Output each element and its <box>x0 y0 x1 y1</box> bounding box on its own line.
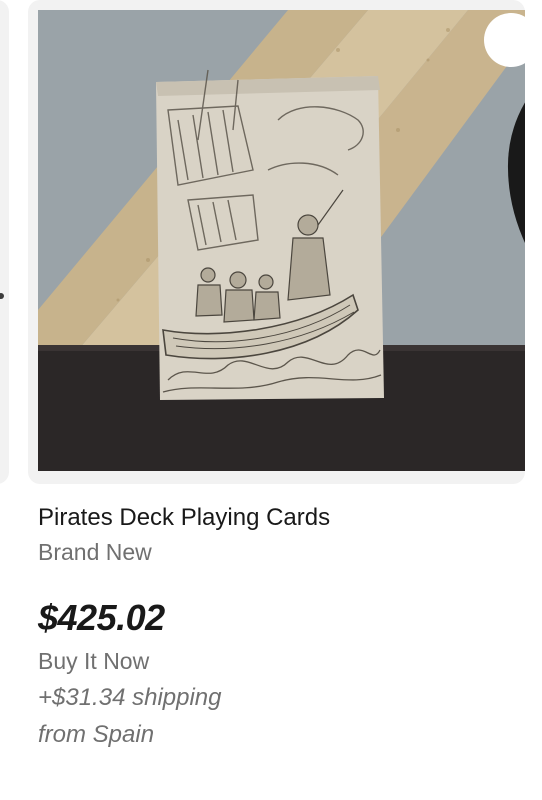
shipping-cost: +$31.34 shipping <box>38 684 222 711</box>
item-price: $425.02 <box>38 597 165 638</box>
previous-card-edge[interactable] <box>0 0 9 484</box>
item-condition: Brand New <box>38 539 152 565</box>
item-location: from Spain <box>38 721 155 748</box>
listing-title[interactable]: Pirates Deck Playing Cards <box>38 504 330 532</box>
listing-card[interactable]: Pirates Deck Playing Cards Brand New $42… <box>0 0 542 800</box>
buying-format: Buy It Now <box>38 648 150 674</box>
product-image <box>38 10 525 471</box>
product-image-card[interactable] <box>28 0 525 484</box>
